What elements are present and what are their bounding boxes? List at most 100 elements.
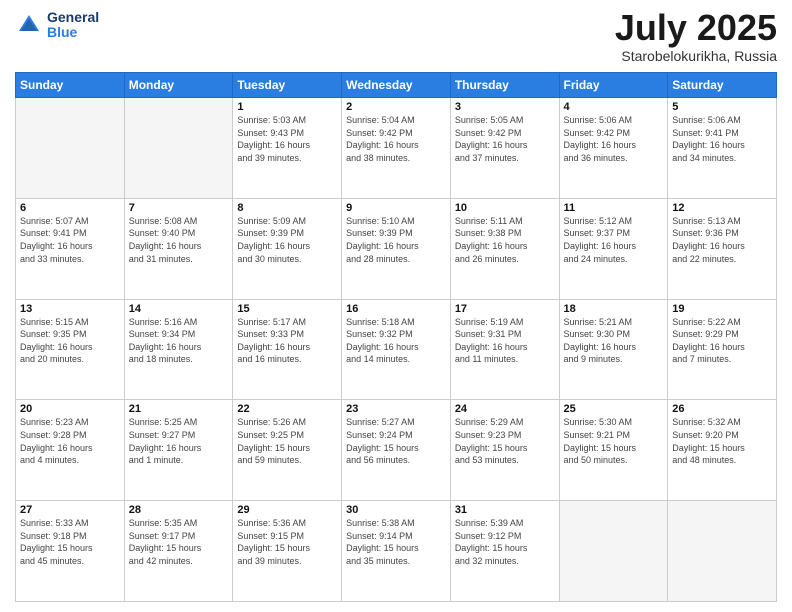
header: General Blue July 2025 Starobelokurikha,… — [15, 10, 777, 64]
calendar-week-4: 20Sunrise: 5:23 AM Sunset: 9:28 PM Dayli… — [16, 400, 777, 501]
calendar-cell — [16, 98, 125, 199]
day-header-tuesday: Tuesday — [233, 73, 342, 98]
day-info: Sunrise: 5:30 AM Sunset: 9:21 PM Dayligh… — [564, 416, 664, 466]
calendar-cell: 26Sunrise: 5:32 AM Sunset: 9:20 PM Dayli… — [668, 400, 777, 501]
day-number: 29 — [237, 504, 337, 516]
calendar-cell: 21Sunrise: 5:25 AM Sunset: 9:27 PM Dayli… — [124, 400, 233, 501]
day-number: 3 — [455, 101, 555, 113]
calendar-cell: 3Sunrise: 5:05 AM Sunset: 9:42 PM Daylig… — [450, 98, 559, 199]
day-header-thursday: Thursday — [450, 73, 559, 98]
day-number: 25 — [564, 403, 664, 415]
day-number: 18 — [564, 303, 664, 315]
subtitle: Starobelokurikha, Russia — [615, 48, 777, 64]
day-number: 23 — [346, 403, 446, 415]
day-info: Sunrise: 5:07 AM Sunset: 9:41 PM Dayligh… — [20, 215, 120, 265]
day-number: 24 — [455, 403, 555, 415]
day-number: 31 — [455, 504, 555, 516]
day-info: Sunrise: 5:29 AM Sunset: 9:23 PM Dayligh… — [455, 416, 555, 466]
day-number: 17 — [455, 303, 555, 315]
day-info: Sunrise: 5:09 AM Sunset: 9:39 PM Dayligh… — [237, 215, 337, 265]
day-info: Sunrise: 5:27 AM Sunset: 9:24 PM Dayligh… — [346, 416, 446, 466]
calendar-cell: 23Sunrise: 5:27 AM Sunset: 9:24 PM Dayli… — [342, 400, 451, 501]
calendar-cell: 9Sunrise: 5:10 AM Sunset: 9:39 PM Daylig… — [342, 198, 451, 299]
calendar-cell: 14Sunrise: 5:16 AM Sunset: 9:34 PM Dayli… — [124, 299, 233, 400]
calendar-header-row: SundayMondayTuesdayWednesdayThursdayFrid… — [16, 73, 777, 98]
calendar-cell: 13Sunrise: 5:15 AM Sunset: 9:35 PM Dayli… — [16, 299, 125, 400]
calendar-cell — [559, 501, 668, 602]
day-number: 13 — [20, 303, 120, 315]
calendar-cell — [668, 501, 777, 602]
calendar-week-1: 1Sunrise: 5:03 AM Sunset: 9:43 PM Daylig… — [16, 98, 777, 199]
calendar-cell: 30Sunrise: 5:38 AM Sunset: 9:14 PM Dayli… — [342, 501, 451, 602]
calendar-cell: 7Sunrise: 5:08 AM Sunset: 9:40 PM Daylig… — [124, 198, 233, 299]
calendar-cell: 8Sunrise: 5:09 AM Sunset: 9:39 PM Daylig… — [233, 198, 342, 299]
day-number: 30 — [346, 504, 446, 516]
calendar-week-3: 13Sunrise: 5:15 AM Sunset: 9:35 PM Dayli… — [16, 299, 777, 400]
calendar-cell: 18Sunrise: 5:21 AM Sunset: 9:30 PM Dayli… — [559, 299, 668, 400]
calendar-cell: 11Sunrise: 5:12 AM Sunset: 9:37 PM Dayli… — [559, 198, 668, 299]
calendar-cell: 5Sunrise: 5:06 AM Sunset: 9:41 PM Daylig… — [668, 98, 777, 199]
calendar-cell: 20Sunrise: 5:23 AM Sunset: 9:28 PM Dayli… — [16, 400, 125, 501]
calendar-week-2: 6Sunrise: 5:07 AM Sunset: 9:41 PM Daylig… — [16, 198, 777, 299]
logo-general: General — [47, 10, 99, 25]
day-info: Sunrise: 5:06 AM Sunset: 9:42 PM Dayligh… — [564, 114, 664, 164]
calendar-cell: 31Sunrise: 5:39 AM Sunset: 9:12 PM Dayli… — [450, 501, 559, 602]
day-number: 9 — [346, 202, 446, 214]
day-header-sunday: Sunday — [16, 73, 125, 98]
day-info: Sunrise: 5:25 AM Sunset: 9:27 PM Dayligh… — [129, 416, 229, 466]
day-number: 19 — [672, 303, 772, 315]
calendar-cell: 4Sunrise: 5:06 AM Sunset: 9:42 PM Daylig… — [559, 98, 668, 199]
day-number: 8 — [237, 202, 337, 214]
day-info: Sunrise: 5:38 AM Sunset: 9:14 PM Dayligh… — [346, 517, 446, 567]
day-info: Sunrise: 5:18 AM Sunset: 9:32 PM Dayligh… — [346, 316, 446, 366]
day-number: 10 — [455, 202, 555, 214]
day-info: Sunrise: 5:16 AM Sunset: 9:34 PM Dayligh… — [129, 316, 229, 366]
calendar-cell: 24Sunrise: 5:29 AM Sunset: 9:23 PM Dayli… — [450, 400, 559, 501]
day-number: 2 — [346, 101, 446, 113]
calendar-cell: 22Sunrise: 5:26 AM Sunset: 9:25 PM Dayli… — [233, 400, 342, 501]
calendar-cell: 28Sunrise: 5:35 AM Sunset: 9:17 PM Dayli… — [124, 501, 233, 602]
calendar-cell: 10Sunrise: 5:11 AM Sunset: 9:38 PM Dayli… — [450, 198, 559, 299]
day-number: 16 — [346, 303, 446, 315]
day-info: Sunrise: 5:15 AM Sunset: 9:35 PM Dayligh… — [20, 316, 120, 366]
day-number: 4 — [564, 101, 664, 113]
calendar-cell: 29Sunrise: 5:36 AM Sunset: 9:15 PM Dayli… — [233, 501, 342, 602]
day-number: 26 — [672, 403, 772, 415]
logo-blue: Blue — [47, 25, 99, 40]
calendar-cell: 19Sunrise: 5:22 AM Sunset: 9:29 PM Dayli… — [668, 299, 777, 400]
page: General Blue July 2025 Starobelokurikha,… — [0, 0, 792, 612]
day-info: Sunrise: 5:36 AM Sunset: 9:15 PM Dayligh… — [237, 517, 337, 567]
day-number: 12 — [672, 202, 772, 214]
day-info: Sunrise: 5:22 AM Sunset: 9:29 PM Dayligh… — [672, 316, 772, 366]
month-title: July 2025 — [615, 10, 777, 46]
day-info: Sunrise: 5:12 AM Sunset: 9:37 PM Dayligh… — [564, 215, 664, 265]
day-info: Sunrise: 5:13 AM Sunset: 9:36 PM Dayligh… — [672, 215, 772, 265]
day-info: Sunrise: 5:04 AM Sunset: 9:42 PM Dayligh… — [346, 114, 446, 164]
day-number: 6 — [20, 202, 120, 214]
day-number: 11 — [564, 202, 664, 214]
calendar-cell — [124, 98, 233, 199]
day-number: 28 — [129, 504, 229, 516]
calendar-cell: 1Sunrise: 5:03 AM Sunset: 9:43 PM Daylig… — [233, 98, 342, 199]
day-number: 5 — [672, 101, 772, 113]
day-info: Sunrise: 5:08 AM Sunset: 9:40 PM Dayligh… — [129, 215, 229, 265]
calendar-cell: 12Sunrise: 5:13 AM Sunset: 9:36 PM Dayli… — [668, 198, 777, 299]
day-info: Sunrise: 5:35 AM Sunset: 9:17 PM Dayligh… — [129, 517, 229, 567]
day-header-friday: Friday — [559, 73, 668, 98]
calendar-week-5: 27Sunrise: 5:33 AM Sunset: 9:18 PM Dayli… — [16, 501, 777, 602]
logo-icon — [15, 11, 43, 39]
day-info: Sunrise: 5:06 AM Sunset: 9:41 PM Dayligh… — [672, 114, 772, 164]
day-info: Sunrise: 5:05 AM Sunset: 9:42 PM Dayligh… — [455, 114, 555, 164]
logo-text: General Blue — [47, 10, 99, 41]
day-number: 20 — [20, 403, 120, 415]
logo: General Blue — [15, 10, 99, 41]
day-info: Sunrise: 5:39 AM Sunset: 9:12 PM Dayligh… — [455, 517, 555, 567]
calendar-cell: 2Sunrise: 5:04 AM Sunset: 9:42 PM Daylig… — [342, 98, 451, 199]
day-info: Sunrise: 5:17 AM Sunset: 9:33 PM Dayligh… — [237, 316, 337, 366]
day-number: 22 — [237, 403, 337, 415]
calendar-cell: 15Sunrise: 5:17 AM Sunset: 9:33 PM Dayli… — [233, 299, 342, 400]
calendar-cell: 6Sunrise: 5:07 AM Sunset: 9:41 PM Daylig… — [16, 198, 125, 299]
day-number: 27 — [20, 504, 120, 516]
calendar-cell: 25Sunrise: 5:30 AM Sunset: 9:21 PM Dayli… — [559, 400, 668, 501]
day-info: Sunrise: 5:03 AM Sunset: 9:43 PM Dayligh… — [237, 114, 337, 164]
